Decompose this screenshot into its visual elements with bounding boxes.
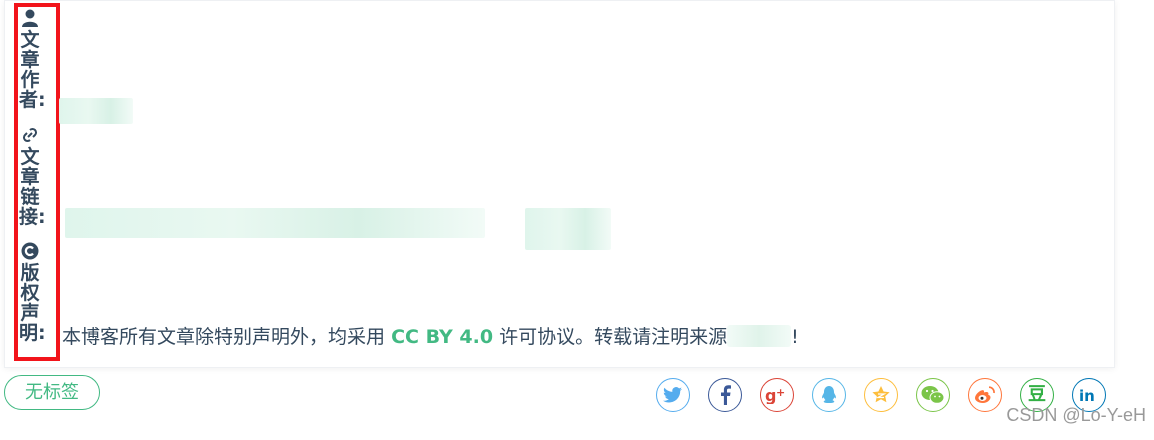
- share-facebook-button[interactable]: [708, 378, 742, 412]
- license-link[interactable]: CC BY 4.0: [391, 326, 493, 348]
- qzone-icon: [872, 386, 890, 403]
- twitter-icon: [663, 387, 682, 403]
- share-wechat-button[interactable]: [916, 378, 950, 412]
- author-label: 文章作者:: [19, 9, 46, 110]
- google-plus-icon: g +: [765, 386, 785, 404]
- watermark: CSDN @Lo-Y-eH: [1006, 405, 1146, 425]
- copyright-icon: [21, 242, 39, 260]
- linkedin-icon: in: [1079, 387, 1095, 404]
- source-value: [727, 325, 792, 347]
- tag-button[interactable]: 无标签: [4, 375, 100, 410]
- share-weibo-button[interactable]: [968, 378, 1002, 412]
- share-twitter-button[interactable]: [656, 378, 690, 412]
- facebook-icon: [721, 385, 731, 405]
- share-google-plus-button[interactable]: g +: [760, 378, 794, 412]
- douban-icon: 豆: [1028, 384, 1046, 405]
- user-icon: [22, 9, 38, 27]
- svg-text:+: +: [776, 386, 785, 399]
- svg-text:g: g: [765, 386, 776, 404]
- svg-text:in: in: [1079, 387, 1095, 404]
- share-qq-button[interactable]: [812, 378, 846, 412]
- link-icon: [22, 127, 38, 143]
- copyright-label: 版权声明:: [19, 242, 46, 343]
- qq-icon: [822, 386, 836, 403]
- copyright-text-end: !: [791, 326, 799, 348]
- copyright-text-after: 许可协议。转载请注明来源: [499, 326, 728, 348]
- post-copyright-card: 文章作者: 文章链接: 版权声明: 本博客所有文章除特别声明外，均采用 CC B…: [4, 0, 1115, 368]
- wechat-icon: [921, 386, 945, 404]
- link-value[interactable]: [65, 208, 485, 238]
- link-label: 文章链接:: [19, 126, 46, 227]
- share-qzone-button[interactable]: [864, 378, 898, 412]
- copyright-text-before: 本博客所有文章除特别声明外，均采用: [62, 326, 386, 348]
- copyright-statement: 本博客所有文章除特别声明外，均采用 CC BY 4.0 许可协议。转载请注明来源…: [62, 323, 799, 351]
- weibo-icon: [975, 386, 995, 403]
- author-value: [59, 98, 133, 124]
- link-value-tail: [525, 208, 611, 250]
